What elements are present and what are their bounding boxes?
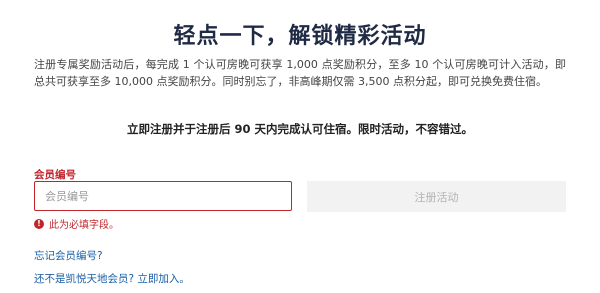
join-now-link[interactable]: 立即加入。	[137, 273, 190, 285]
not-member-link[interactable]: 还不是凯悦天地会员?	[34, 273, 134, 285]
join-row: 还不是凯悦天地会员? 立即加入。	[34, 271, 190, 286]
page-title: 轻点一下，解锁精彩活动	[173, 24, 427, 49]
promo-cta-note: 立即注册并于注册后 90 天内完成认可住宿。限时活动，不容错过。	[126, 122, 473, 136]
forgot-member-number-link[interactable]: 忘记会员编号?	[34, 248, 103, 263]
error-icon: !	[34, 218, 44, 229]
member-number-input[interactable]	[34, 181, 292, 211]
registration-page: 轻点一下，解锁精彩活动 注册专属奖励活动后，每完成 1 个认可房晚可获享 1,0…	[0, 0, 600, 293]
member-number-label: 会员编号	[34, 169, 76, 181]
error-message: 此为必填字段。	[49, 220, 119, 231]
member-number-error: ! 此为必填字段。	[34, 216, 119, 231]
promo-description: 注册专属奖励活动后，每完成 1 个认可房晚可获享 1,000 点奖励积分，至多 …	[34, 58, 566, 88]
register-activity-button[interactable]: 注册活动	[307, 181, 566, 212]
